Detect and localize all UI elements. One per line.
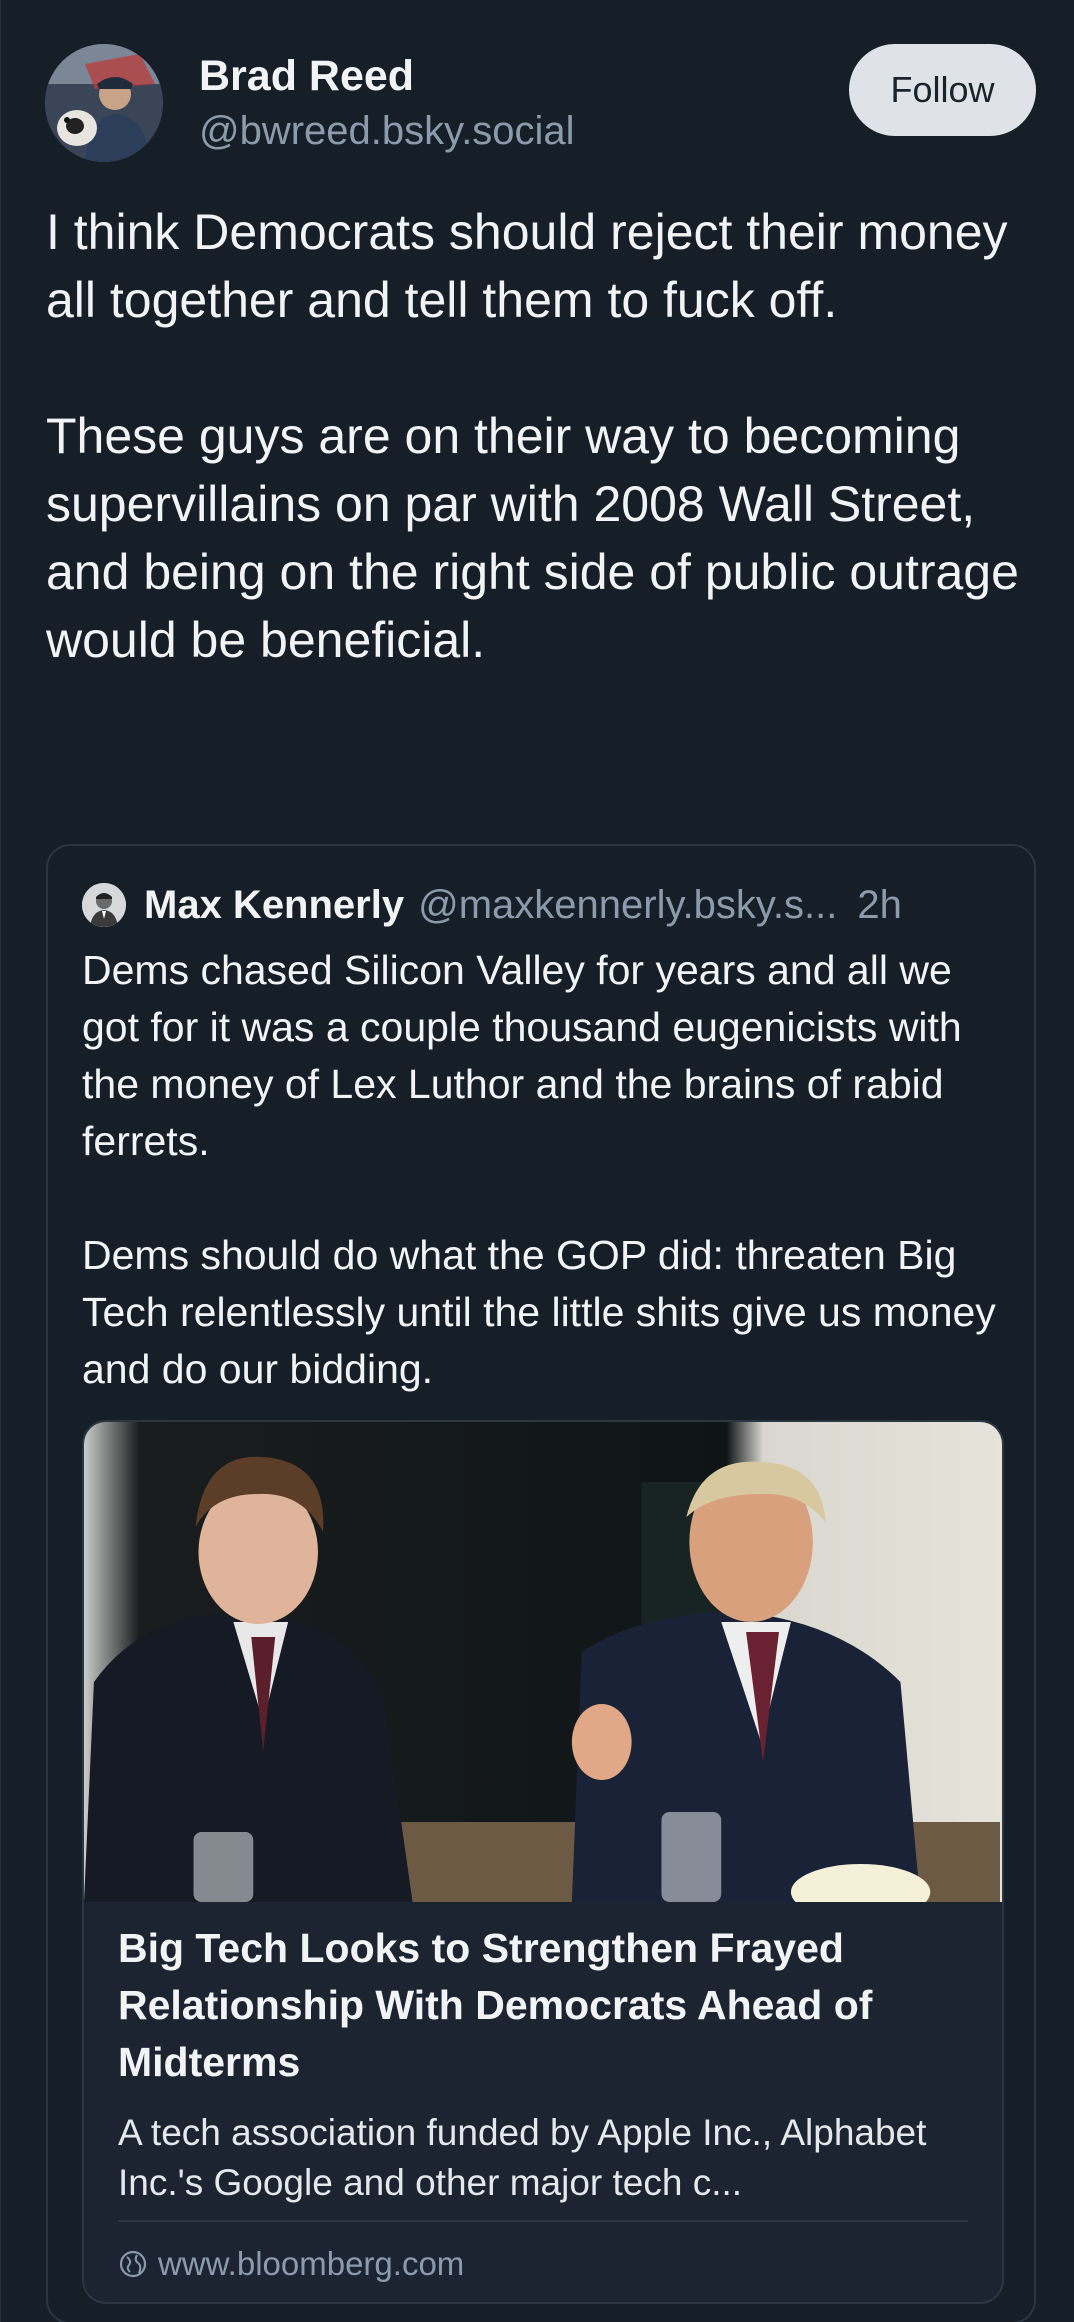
quoted-author-avatar-image	[82, 883, 126, 927]
author-handle[interactable]: @bwreed.bsky.social	[199, 106, 849, 156]
link-card-divider	[118, 2220, 968, 2222]
post-header: Brad Reed @bwreed.bsky.social Follow	[45, 44, 1036, 164]
author-avatar-image	[45, 44, 163, 162]
follow-button[interactable]: Follow	[849, 44, 1036, 136]
quoted-author-avatar[interactable]	[82, 883, 126, 927]
link-card-domain: www.bloomberg.com	[158, 2245, 465, 2282]
link-card-domain-row[interactable]: www.bloomberg.com	[118, 2240, 464, 2288]
post-body-text: I think Democrats should reject their mo…	[46, 204, 1019, 668]
quoted-author-display-name[interactable]: Max Kennerly	[144, 883, 404, 928]
quoted-post-timestamp[interactable]: 2h	[857, 883, 902, 928]
link-preview-card[interactable]: Big Tech Looks to Strengthen Frayed Rela…	[82, 1420, 1004, 2304]
quoted-author-handle[interactable]: @maxkennerly.bsky.s...	[418, 883, 837, 928]
link-card-description: A tech association funded by Apple Inc.,…	[118, 2112, 927, 2203]
post-thread-view: Brad Reed @bwreed.bsky.social Follow I t…	[0, 0, 1074, 2322]
link-preview-image	[84, 1422, 1002, 1902]
quoted-post-header: Max Kennerly @maxkennerly.bsky.s... 2h	[82, 880, 1004, 930]
quoted-post-text: Dems chased Silicon Valley for years and…	[82, 947, 996, 1392]
author-display-name[interactable]: Brad Reed	[199, 50, 849, 102]
author-avatar[interactable]	[45, 44, 163, 162]
globe-icon	[119, 2250, 147, 2278]
author-names: Brad Reed @bwreed.bsky.social	[199, 44, 849, 156]
link-card-title[interactable]: Big Tech Looks to Strengthen Frayed Rela…	[118, 1920, 978, 2091]
quoted-post[interactable]: Max Kennerly @maxkennerly.bsky.s... 2h D…	[46, 844, 1036, 2322]
